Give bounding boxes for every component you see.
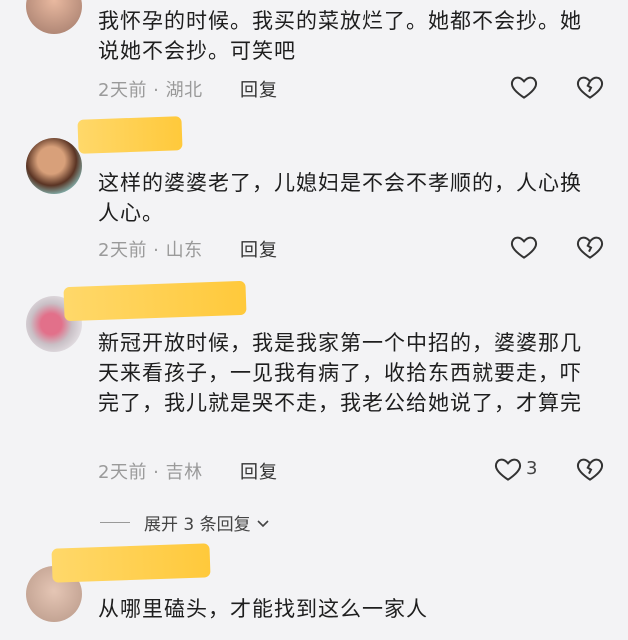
comment-meta: 2天前 · 湖北 [98, 76, 203, 102]
broken-heart-icon[interactable] [575, 454, 605, 484]
comment-time: 2天前 [98, 462, 147, 483]
broken-heart-icon[interactable] [575, 72, 605, 102]
broken-heart-icon[interactable] [575, 232, 605, 262]
chevron-down-icon [257, 519, 269, 527]
meta-separator: · [146, 462, 166, 483]
username-redaction [77, 116, 183, 154]
comment-meta: 2天前 · 吉林 [98, 458, 203, 484]
reply-button[interactable]: 回复 [240, 458, 278, 484]
comment-location: 吉林 [165, 462, 203, 483]
meta-separator: · [146, 80, 166, 101]
comment-text: 这样的婆婆老了，儿媳妇是不会不孝顺的，人心换人心。 [98, 171, 582, 225]
comment-time: 2天前 [98, 80, 147, 101]
comment-location: 山东 [165, 240, 203, 261]
expand-replies-button[interactable]: 展开 3 条回复 [100, 510, 271, 535]
divider [100, 522, 130, 523]
heart-outline-icon[interactable] [509, 232, 539, 262]
comment-meta: 2天前 · 山东 [98, 236, 203, 262]
heart-outline-icon[interactable] [493, 454, 523, 484]
username-redaction [63, 280, 247, 322]
meta-separator: · [146, 240, 166, 261]
username-redaction [51, 543, 211, 583]
reply-button[interactable]: 回复 [240, 236, 278, 262]
comment-text: 从哪里磕头，才能找到这么一家人 [98, 597, 428, 621]
expand-replies-label: 展开 3 条回复 [144, 515, 251, 535]
reply-button[interactable]: 回复 [240, 76, 278, 102]
comment-text: 我怀孕的时候。我买的菜放烂了。她都不会抄。她说她不会抄。可笑吧 [98, 9, 582, 63]
comment-location: 湖北 [165, 80, 203, 101]
avatar[interactable] [26, 0, 82, 34]
avatar[interactable] [26, 138, 82, 194]
heart-outline-icon[interactable] [509, 72, 539, 102]
comment-time: 2天前 [98, 240, 147, 261]
comment-text: 新冠开放时候，我是我家第一个中招的，婆婆那几天来看孩子，一见我有病了，收拾东西就… [98, 331, 582, 415]
like-count: 3 [526, 458, 538, 479]
